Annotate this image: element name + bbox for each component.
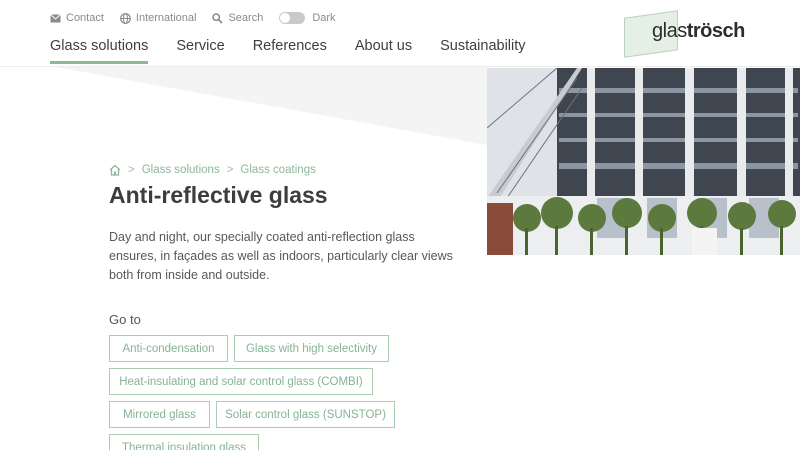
- international-link[interactable]: International: [120, 12, 197, 24]
- contact-label: Contact: [66, 12, 104, 24]
- search-link[interactable]: Search: [212, 12, 263, 24]
- logo[interactable]: glaströsch: [620, 10, 755, 58]
- dark-label: Dark: [312, 12, 336, 24]
- goto-link-anti-condensation[interactable]: Anti-condensation: [109, 335, 228, 362]
- utility-bar: Contact International Search Dark: [50, 10, 352, 26]
- hero-decoration: [55, 67, 487, 145]
- goto-link-sunstop[interactable]: Solar control glass (SUNSTOP): [216, 401, 395, 428]
- main-nav: Glass solutions Service References About…: [50, 38, 554, 64]
- logo-part-1: glas: [652, 20, 687, 42]
- breadcrumb-item-glass-coatings[interactable]: Glass coatings: [240, 164, 315, 176]
- logo-wordmark: glaströsch: [652, 20, 745, 43]
- logo-part-2: trösch: [686, 20, 746, 42]
- breadcrumb: > Glass solutions > Glass coatings: [109, 164, 316, 176]
- home-icon[interactable]: [109, 164, 121, 176]
- hero-building-image: [487, 68, 800, 255]
- globe-icon: [120, 12, 131, 24]
- contact-link[interactable]: Contact: [50, 12, 104, 24]
- breadcrumb-item-glass-solutions[interactable]: Glass solutions: [142, 164, 220, 176]
- nav-item-sustainability[interactable]: Sustainability: [440, 38, 525, 64]
- goto-label: Go to: [109, 312, 141, 327]
- search-label: Search: [228, 12, 264, 24]
- intro-text: Day and night, our specially coated anti…: [109, 230, 453, 282]
- nav-item-service[interactable]: Service: [176, 38, 224, 64]
- search-icon: [212, 12, 224, 24]
- page-title: Anti-reflective glass: [109, 182, 328, 208]
- mail-icon: [50, 13, 61, 22]
- breadcrumb-separator: >: [128, 164, 135, 176]
- goto-link-thermal-insulation[interactable]: Thermal insulation glass: [109, 434, 259, 450]
- nav-item-about-us[interactable]: About us: [355, 38, 412, 64]
- goto-link-combi[interactable]: Heat-insulating and solar control glass …: [109, 368, 373, 395]
- nav-item-glass-solutions[interactable]: Glass solutions: [50, 38, 149, 64]
- goto-link-mirrored-glass[interactable]: Mirrored glass: [109, 401, 210, 428]
- international-label: International: [135, 12, 197, 24]
- nav-item-references[interactable]: References: [253, 38, 327, 64]
- toggle-switch[interactable]: [279, 12, 306, 24]
- dark-mode-toggle[interactable]: Dark: [279, 12, 336, 24]
- goto-link-high-selectivity[interactable]: Glass with high selectivity: [234, 335, 389, 362]
- breadcrumb-separator: >: [226, 164, 234, 176]
